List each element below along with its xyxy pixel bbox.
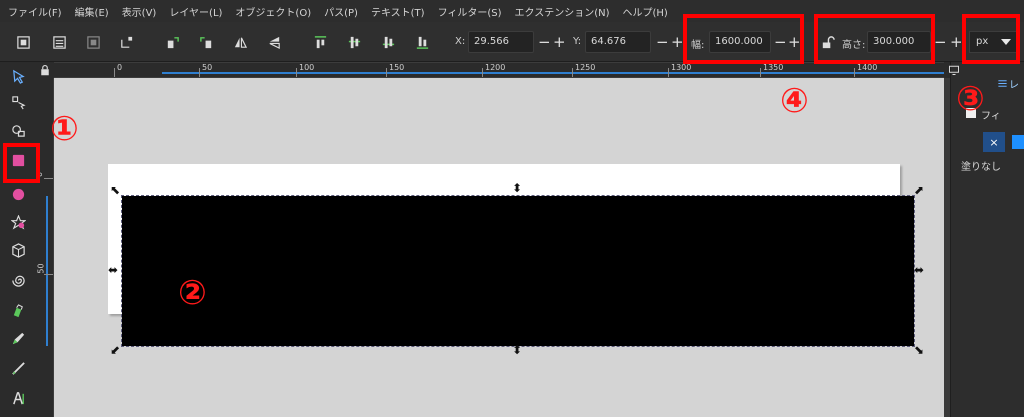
annotation-marker-2: ② xyxy=(178,273,207,313)
pen-tool-icon[interactable] xyxy=(8,300,28,320)
y-decrement-button[interactable]: − xyxy=(656,31,669,53)
annotation-marker-1: ① xyxy=(50,109,79,149)
menu-path[interactable]: パス(P) xyxy=(324,4,358,19)
ruler-label: 1400 xyxy=(857,63,878,72)
menu-text[interactable]: テキスト(T) xyxy=(371,4,425,19)
flat-color-swatch[interactable] xyxy=(1012,135,1024,149)
width-label: 幅: xyxy=(691,40,705,51)
y-input[interactable]: 64.676 xyxy=(585,31,651,53)
x-decrement-button[interactable]: − xyxy=(538,31,551,53)
bounding-box-icon[interactable] xyxy=(117,33,135,51)
annotation-marker-3: ③ xyxy=(956,79,985,119)
selector-tool-icon[interactable] xyxy=(8,66,28,86)
ellipse-tool-icon[interactable] xyxy=(8,184,28,204)
menu-filters[interactable]: フィルター(S) xyxy=(438,4,502,19)
scale-handle-right[interactable]: ⬌ xyxy=(914,264,924,276)
rectangle-tool-icon[interactable] xyxy=(8,150,28,170)
chevron-down-icon xyxy=(1001,39,1011,45)
rotate-ccw-icon[interactable] xyxy=(163,33,181,51)
select-all-layers-icon[interactable] xyxy=(50,33,68,51)
x-label: X: xyxy=(455,36,466,47)
height-decrement-button[interactable]: − xyxy=(934,31,947,53)
no-paint-button[interactable]: × xyxy=(983,132,1005,152)
menu-bar: ファイル(F) 編集(E) 表示(V) レイヤー(L) オブジェクト(O) パス… xyxy=(0,0,1024,22)
y-increment-button[interactable]: + xyxy=(671,31,684,53)
ruler-label: 150 xyxy=(389,63,405,72)
menu-view[interactable]: 表示(V) xyxy=(122,4,157,19)
flip-vertical-icon[interactable] xyxy=(265,33,283,51)
monitor-icon[interactable] xyxy=(948,64,960,76)
ruler-label: 100 xyxy=(299,63,315,72)
black-rectangle[interactable] xyxy=(121,195,915,347)
scale-handle-bottom-left[interactable]: ⬋ xyxy=(110,344,120,356)
annotation-marker-4: ④ xyxy=(780,81,809,121)
ruler-label: 1300 xyxy=(671,63,692,72)
height-label: 高さ: xyxy=(842,40,866,51)
ruler-label: 0 xyxy=(117,63,123,72)
layers-icon xyxy=(998,80,1007,87)
deselect-icon[interactable] xyxy=(84,33,102,51)
spiral-tool-icon[interactable] xyxy=(8,270,28,290)
calligraphy-tool-icon[interactable] xyxy=(8,358,28,378)
star-tool-icon[interactable] xyxy=(8,212,28,232)
text-tool-icon[interactable] xyxy=(8,388,28,408)
height-input[interactable]: 300.000 xyxy=(867,31,931,53)
height-increment-button[interactable]: + xyxy=(950,31,963,53)
menu-extensions[interactable]: エクステンション(N) xyxy=(515,4,610,19)
rotate-cw-icon[interactable] xyxy=(197,33,215,51)
lower-icon[interactable] xyxy=(379,33,397,51)
menu-help[interactable]: ヘルプ(H) xyxy=(623,4,668,19)
drawing-canvas[interactable]: ⬉ ⬍ ⬈ ⬌ ⬌ ⬋ ⬍ ⬊ xyxy=(54,78,944,417)
panel-row-no-fill: 塗りなし xyxy=(961,162,1001,173)
raise-icon[interactable] xyxy=(345,33,363,51)
tweak-tool-icon[interactable] xyxy=(8,120,28,140)
select-all-icon[interactable] xyxy=(14,33,32,51)
ruler-label: 50 xyxy=(202,63,213,72)
lock-icon xyxy=(41,64,49,76)
3d-box-tool-icon[interactable] xyxy=(8,240,28,260)
width-increment-button[interactable]: + xyxy=(788,31,801,53)
tool-controls-bar: X: 29.566 − + Y: 64.676 − + 幅: 1600.000 … xyxy=(0,22,1024,62)
y-label: Y: xyxy=(573,36,582,47)
scale-handle-top-left[interactable]: ⬉ xyxy=(110,184,120,196)
menu-file[interactable]: ファイル(F) xyxy=(8,4,62,19)
layers-tab[interactable]: レ xyxy=(1009,76,1019,91)
x-increment-button[interactable]: + xyxy=(553,31,566,53)
scale-handle-bottom[interactable]: ⬍ xyxy=(512,344,522,356)
horizontal-ruler: 0 50 100 150 1200 1250 1300 1350 1400 xyxy=(54,62,944,78)
pencil-tool-icon[interactable] xyxy=(8,328,28,348)
toolbox xyxy=(0,62,36,417)
ruler-label: 50 xyxy=(36,263,46,274)
ruler-label: 0 xyxy=(36,172,44,177)
unit-value: px xyxy=(976,36,989,47)
scale-handle-top[interactable]: ⬍ xyxy=(512,182,522,194)
lock-ratio-icon[interactable] xyxy=(818,33,836,51)
raise-to-top-icon[interactable] xyxy=(311,33,329,51)
width-input[interactable]: 1600.000 xyxy=(709,31,771,53)
scale-handle-left[interactable]: ⬌ xyxy=(108,264,118,276)
flip-horizontal-icon[interactable] xyxy=(231,33,249,51)
unit-select[interactable]: px xyxy=(969,31,1017,53)
ruler-label: 1350 xyxy=(763,63,784,72)
menu-object[interactable]: オブジェクト(O) xyxy=(235,4,311,19)
ruler-label: 1200 xyxy=(485,63,506,72)
scale-handle-bottom-right[interactable]: ⬊ xyxy=(914,344,924,356)
scale-handle-top-right[interactable]: ⬈ xyxy=(914,184,924,196)
ruler-label: 1250 xyxy=(575,63,596,72)
menu-edit[interactable]: 編集(E) xyxy=(75,4,109,19)
node-tool-icon[interactable] xyxy=(8,92,28,112)
menu-layer[interactable]: レイヤー(L) xyxy=(169,4,222,19)
x-input[interactable]: 29.566 xyxy=(468,31,534,53)
lower-to-bottom-icon[interactable] xyxy=(413,33,431,51)
width-decrement-button[interactable]: − xyxy=(774,31,787,53)
ruler-lock[interactable] xyxy=(36,62,54,78)
